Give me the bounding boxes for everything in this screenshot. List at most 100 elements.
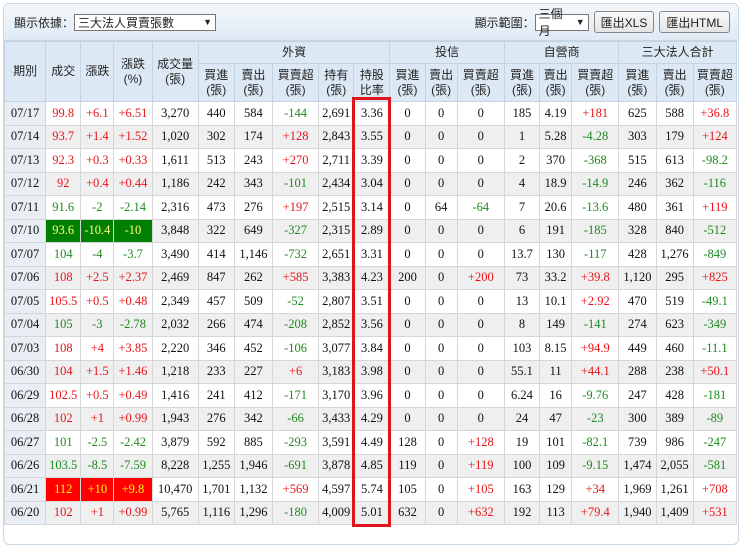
cell-change: +10 — [80, 477, 115, 502]
cell-close: 99.8 — [45, 101, 82, 126]
cell-foreign-hold: 3,383 — [318, 265, 355, 290]
basis-select[interactable]: 三大法人買賣張數 ▼ — [74, 13, 217, 31]
cell-total-buy: 625 — [618, 101, 657, 126]
cell-dealer-net: +44.1 — [571, 359, 620, 384]
cell-foreign-hold-ratio: 4.49 — [353, 430, 391, 455]
cell-dealer-buy: 6.24 — [503, 383, 541, 408]
cell-foreign-hold: 2,852 — [318, 312, 355, 337]
cell-foreign-net: -66 — [271, 406, 320, 431]
cell-foreign-buy: 473 — [197, 195, 235, 220]
cell-foreign-net: -293 — [271, 430, 320, 455]
cell-date: 06/28 — [4, 406, 47, 431]
cell-foreign-hold: 2,711 — [318, 148, 355, 173]
table-row: 06/20 102 +1 +0.99 5,765 1,116 1,296 -180 4,009 5… — [4, 500, 738, 525]
cell-trust-buy: 0 — [389, 101, 426, 126]
cell-foreign-hold: 2,691 — [318, 101, 355, 126]
cell-dealer-buy: 13 — [503, 289, 541, 314]
cell-total-net: -89 — [692, 406, 738, 431]
cell-trust-net: +632 — [456, 500, 505, 525]
cell-change-pct: +1.46 — [113, 359, 153, 384]
export-html-button[interactable]: 匯出HTML — [659, 11, 730, 33]
table-row: 07/10 93.6 -10.4 -10 3,848 322 649 -327 2,315 2.8… — [4, 218, 738, 243]
cell-foreign-sell: 1,946 — [233, 453, 274, 478]
range-label: 顯示範圍： — [474, 15, 535, 30]
group-total: 三大法人合計 — [618, 41, 737, 64]
cell-dealer-net: -141 — [571, 312, 620, 337]
cell-trust-net: 0 — [456, 171, 505, 196]
cell-foreign-net: +569 — [271, 477, 320, 502]
export-xls-button[interactable]: 匯出XLS — [593, 11, 655, 33]
cell-trust-buy: 200 — [389, 265, 426, 290]
cell-foreign-hold: 3,183 — [318, 359, 355, 384]
cell-dealer-sell: 16 — [539, 383, 573, 408]
cell-change-pct: +0.99 — [113, 500, 153, 525]
cell-close: 91.6 — [45, 195, 82, 220]
cell-date: 06/27 — [4, 430, 47, 455]
col-change: 漲跌 — [80, 41, 115, 102]
cell-volume: 1,416 — [151, 383, 199, 408]
cell-dealer-net: -4.28 — [571, 124, 620, 149]
cell-change-pct: +0.49 — [113, 383, 153, 408]
cell-dealer-net: +34 — [571, 477, 620, 502]
cell-dealer-buy: 2 — [503, 148, 541, 173]
cell-total-net: +124 — [692, 124, 738, 149]
cell-total-net: -98.2 — [692, 148, 738, 173]
cell-trust-sell: 0 — [424, 477, 458, 502]
cell-date: 06/30 — [4, 359, 47, 384]
cell-foreign-hold-ratio: 3.31 — [353, 242, 391, 267]
cell-foreign-buy: 1,701 — [197, 477, 235, 502]
cell-dealer-sell: 33.2 — [539, 265, 573, 290]
cell-close: 101 — [45, 430, 82, 455]
cell-foreign-sell: 276 — [233, 195, 274, 220]
cell-foreign-net: +128 — [271, 124, 320, 149]
cell-total-net: -11.1 — [692, 336, 738, 361]
table-row: 06/29 102.5 +0.5 +0.49 1,416 241 412 -171 3,170 3… — [4, 383, 738, 408]
cell-trust-net: 0 — [456, 312, 505, 337]
cell-change-pct: +1.52 — [113, 124, 153, 149]
col-net: 買賣超 (張) — [692, 63, 738, 102]
cell-trust-buy: 128 — [389, 430, 426, 455]
cell-foreign-buy: 276 — [197, 406, 235, 431]
range-select[interactable]: 三個月 ▼ — [534, 7, 589, 38]
cell-trust-buy: 0 — [389, 195, 426, 220]
table-row: 07/17 99.8 +6.1 +6.51 3,270 440 584 -144 2,691 3.… — [4, 101, 738, 126]
cell-trust-sell: 0 — [424, 148, 458, 173]
col-change-pct: 漲跌 (%) — [113, 41, 153, 102]
cell-foreign-sell: 452 — [233, 336, 274, 361]
cell-foreign-hold-ratio: 3.36 — [353, 101, 391, 126]
range-select-value: 三個月 — [538, 7, 563, 38]
cell-dealer-buy: 103 — [503, 336, 541, 361]
cell-volume: 3,270 — [151, 101, 199, 126]
cell-trust-sell: 0 — [424, 218, 458, 243]
cell-dealer-sell: 4.19 — [539, 101, 573, 126]
col-hold: 持有 (張) — [318, 63, 355, 102]
cell-total-net: +708 — [692, 477, 738, 502]
cell-change-pct: +9.8 — [113, 477, 153, 502]
cell-dealer-sell: 370 — [539, 148, 573, 173]
cell-trust-sell: 0 — [424, 336, 458, 361]
cell-trust-buy: 0 — [389, 359, 426, 384]
cell-foreign-buy: 592 — [197, 430, 235, 455]
cell-change: +2.5 — [80, 265, 115, 290]
cell-trust-net: +128 — [456, 430, 505, 455]
cell-foreign-sell: 412 — [233, 383, 274, 408]
cell-volume: 1,943 — [151, 406, 199, 431]
cell-trust-net: +119 — [456, 453, 505, 478]
cell-foreign-hold-ratio: 2.89 — [353, 218, 391, 243]
table-row: 06/26 103.5 -8.5 -7.59 8,228 1,255 1,946 -691 3,… — [4, 453, 738, 478]
cell-foreign-net: -732 — [271, 242, 320, 267]
cell-trust-sell: 0 — [424, 406, 458, 431]
col-period: 期別 — [4, 41, 47, 102]
cell-date: 07/03 — [4, 336, 47, 361]
cell-foreign-net: -691 — [271, 453, 320, 478]
cell-dealer-buy: 55.1 — [503, 359, 541, 384]
cell-dealer-net: +181 — [571, 101, 620, 126]
cell-date: 06/20 — [4, 500, 47, 525]
cell-total-sell: 986 — [655, 430, 694, 455]
cell-change: -2.5 — [80, 430, 115, 455]
cell-dealer-net: +2.92 — [571, 289, 620, 314]
cell-volume: 3,879 — [151, 430, 199, 455]
cell-total-sell: 2,055 — [655, 453, 694, 478]
table-row: 06/28 102 +1 +0.99 1,943 276 342 -66 3,433 4.29 0 0… — [4, 406, 738, 431]
cell-trust-buy: 0 — [389, 171, 426, 196]
